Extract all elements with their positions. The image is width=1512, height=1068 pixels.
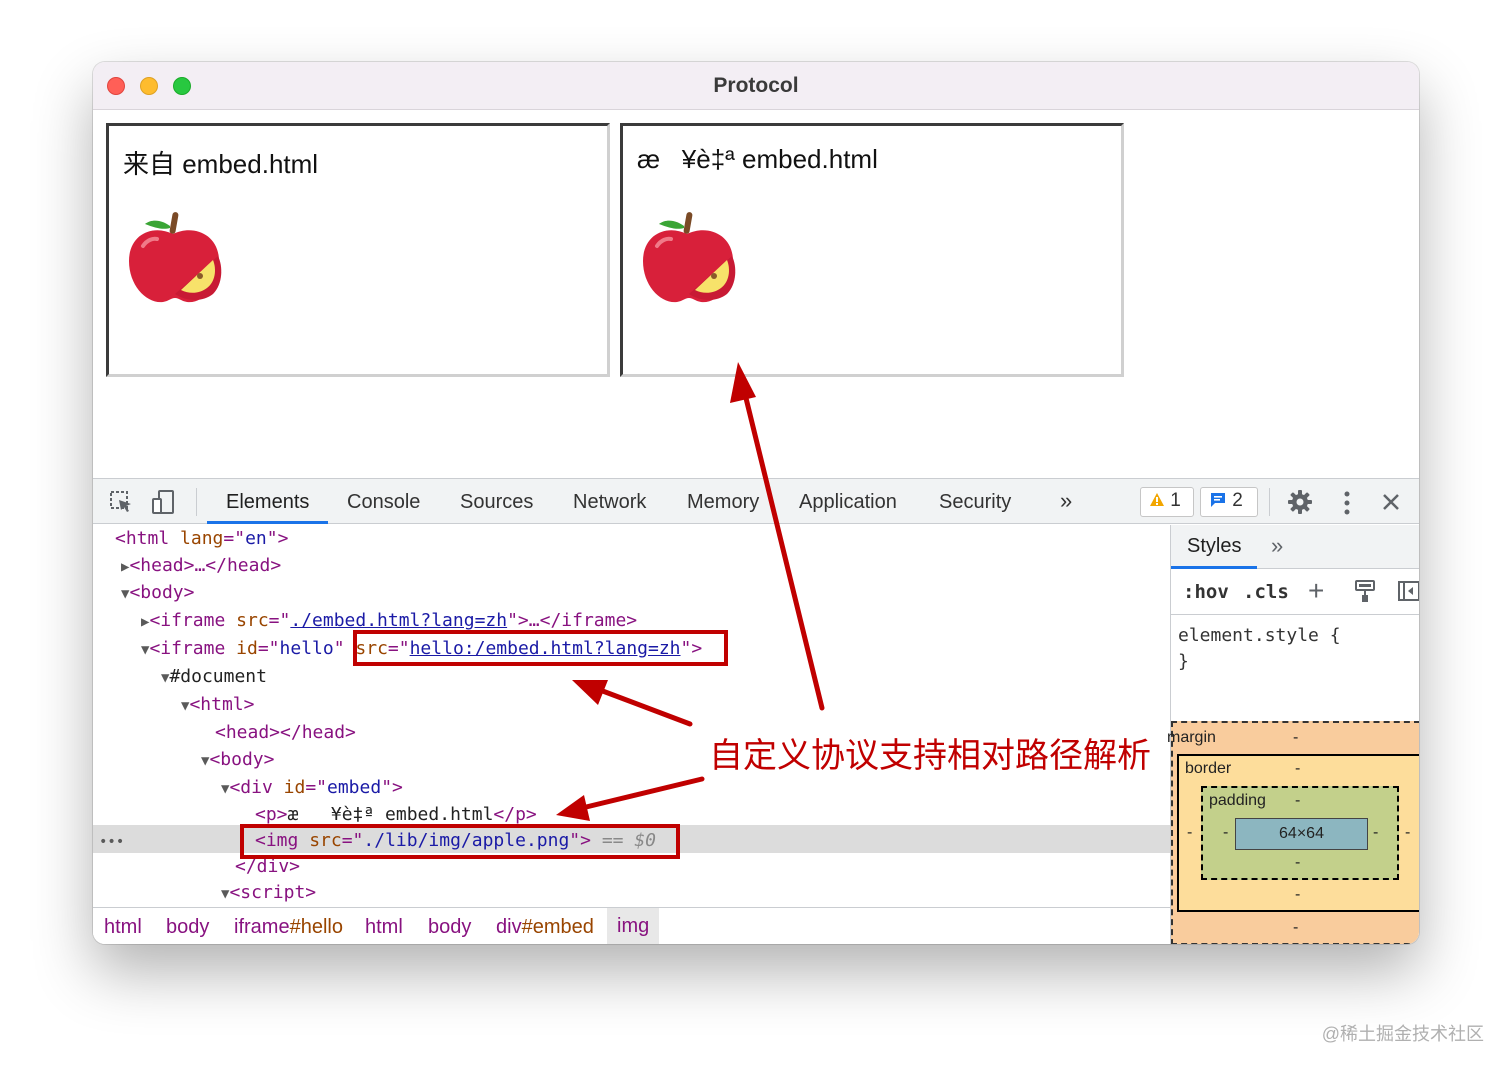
breadcrumb-div-embed[interactable]: div#embed xyxy=(496,916,594,939)
box-model-border[interactable]: border - - - - padding - - - - 64×64 xyxy=(1177,754,1419,912)
border-bottom-value: - xyxy=(1295,886,1301,903)
tab-sources[interactable]: Sources xyxy=(460,491,533,514)
breadcrumb-iframe-hello[interactable]: iframe#hello xyxy=(234,916,343,939)
watermark: @稀土掘金技术社区 xyxy=(1321,1024,1484,1044)
settings-gear-icon[interactable] xyxy=(1287,489,1313,520)
window-title: Protocol xyxy=(713,74,799,97)
tab-elements[interactable]: Elements xyxy=(226,491,309,514)
tab-application[interactable]: Application xyxy=(799,491,897,514)
styles-pane: Styles » :hov .cls + element.style { } m… xyxy=(1167,525,1419,944)
dom-node-inner-html[interactable]: ▼<html> xyxy=(181,691,254,718)
styles-toolbar: :hov .cls + xyxy=(1171,569,1419,615)
padding-right-value: - xyxy=(1373,824,1379,841)
apple-image xyxy=(123,206,223,311)
dom-node-document[interactable]: ▼#document xyxy=(161,663,267,690)
warnings-count: 1 xyxy=(1170,490,1181,511)
page-content: 来自 embed.html æ ¥è‡ª embed.html xyxy=(93,110,1419,478)
border-top-value: - xyxy=(1295,760,1301,777)
dom-node-script[interactable]: ▼<script> xyxy=(221,879,316,906)
browser-window: Protocol 来自 embed.html æ ¥è‡ª embed.html xyxy=(93,62,1419,944)
toggle-sidebar-icon[interactable] xyxy=(1398,581,1419,606)
padding-left-value: - xyxy=(1223,824,1229,841)
devtools-panel: Elements Console Sources Network Memory … xyxy=(93,478,1419,944)
padding-label: padding xyxy=(1209,792,1266,809)
annotation-box-src xyxy=(353,630,728,666)
iframe-heading: 来自 embed.html xyxy=(123,149,319,179)
breadcrumb-html[interactable]: html xyxy=(104,916,142,939)
breadcrumb-img[interactable]: img xyxy=(607,908,660,944)
breadcrumb-body-inner[interactable]: body xyxy=(428,916,471,939)
warning-icon xyxy=(1150,493,1164,506)
class-toggle[interactable]: .cls xyxy=(1243,581,1289,603)
warnings-badge[interactable]: 1 xyxy=(1140,487,1194,517)
border-right-value: - xyxy=(1405,824,1411,841)
border-label: border xyxy=(1185,760,1232,777)
devtools-toolbar: Elements Console Sources Network Memory … xyxy=(93,479,1419,524)
annotation-box-img xyxy=(240,824,680,859)
element-style-rule[interactable]: element.style { } xyxy=(1178,623,1341,675)
iframe-embed-zh: 来自 embed.html xyxy=(106,123,610,377)
more-tabs-button[interactable]: » xyxy=(1060,488,1072,514)
margin-bottom-value: - xyxy=(1293,919,1299,936)
margin-label: margin xyxy=(1167,729,1216,746)
padding-bottom-value: - xyxy=(1295,854,1301,871)
tab-network[interactable]: Network xyxy=(573,491,646,514)
dom-node-div-embed[interactable]: ▼<div id="embed"> xyxy=(221,774,403,801)
paint-brush-icon[interactable] xyxy=(1354,579,1376,608)
tab-memory[interactable]: Memory xyxy=(687,491,759,514)
dom-node-inner-body[interactable]: ▼<body> xyxy=(201,746,274,773)
styles-header: Styles » xyxy=(1171,525,1419,569)
messages-count: 2 xyxy=(1232,490,1243,511)
hover-state-toggle[interactable]: :hov xyxy=(1183,581,1229,603)
apple-image xyxy=(637,206,737,311)
tab-styles[interactable]: Styles xyxy=(1187,535,1241,558)
tab-security[interactable]: Security xyxy=(939,491,1011,514)
more-sidebar-tabs-button[interactable]: » xyxy=(1271,533,1283,559)
message-icon xyxy=(1211,493,1225,507)
messages-badge[interactable]: 2 xyxy=(1200,487,1258,517)
iframe-src-link[interactable]: ./embed.html?lang=zh xyxy=(290,610,507,631)
title-bar: Protocol xyxy=(93,62,1419,110)
box-model-content-size[interactable]: 64×64 xyxy=(1235,818,1368,850)
active-tab-indicator xyxy=(207,521,328,524)
toolbar-separator xyxy=(1269,488,1270,516)
close-devtools-icon[interactable] xyxy=(1381,492,1401,517)
tab-console[interactable]: Console xyxy=(347,491,420,514)
iframe-hello: æ ¥è‡ª embed.html xyxy=(620,123,1124,377)
new-style-rule-button[interactable]: + xyxy=(1308,575,1324,607)
breadcrumb-html-inner[interactable]: html xyxy=(365,916,403,939)
device-toolbar-icon[interactable] xyxy=(151,489,177,520)
row-options-ellipsis[interactable]: ••• xyxy=(99,829,124,856)
margin-top-value: - xyxy=(1293,729,1299,746)
dom-node-inner-head[interactable]: <head></head> xyxy=(215,719,356,746)
box-model-padding[interactable]: padding - - - - 64×64 xyxy=(1201,786,1399,880)
annotation-text: 自定义协议支持相对路径解析 xyxy=(709,736,1151,776)
breadcrumb: html body iframe#hello html body div#emb… xyxy=(93,907,1170,944)
padding-top-value: - xyxy=(1295,792,1301,809)
more-options-icon[interactable] xyxy=(1343,491,1351,520)
toolbar-separator xyxy=(196,488,197,516)
border-left-value: - xyxy=(1187,824,1193,841)
iframe-heading: æ ¥è‡ª embed.html xyxy=(637,144,878,174)
box-model-margin[interactable]: margin - - border - - - - padding - - - … xyxy=(1167,721,1419,944)
dom-node-head[interactable]: ▶<head>…</head> xyxy=(121,552,281,579)
inspect-element-icon[interactable] xyxy=(109,490,133,519)
breadcrumb-body[interactable]: body xyxy=(166,916,209,939)
dom-node-body[interactable]: ▼<body> xyxy=(121,579,194,606)
dom-node-html[interactable]: <html lang="en"> xyxy=(115,525,288,552)
